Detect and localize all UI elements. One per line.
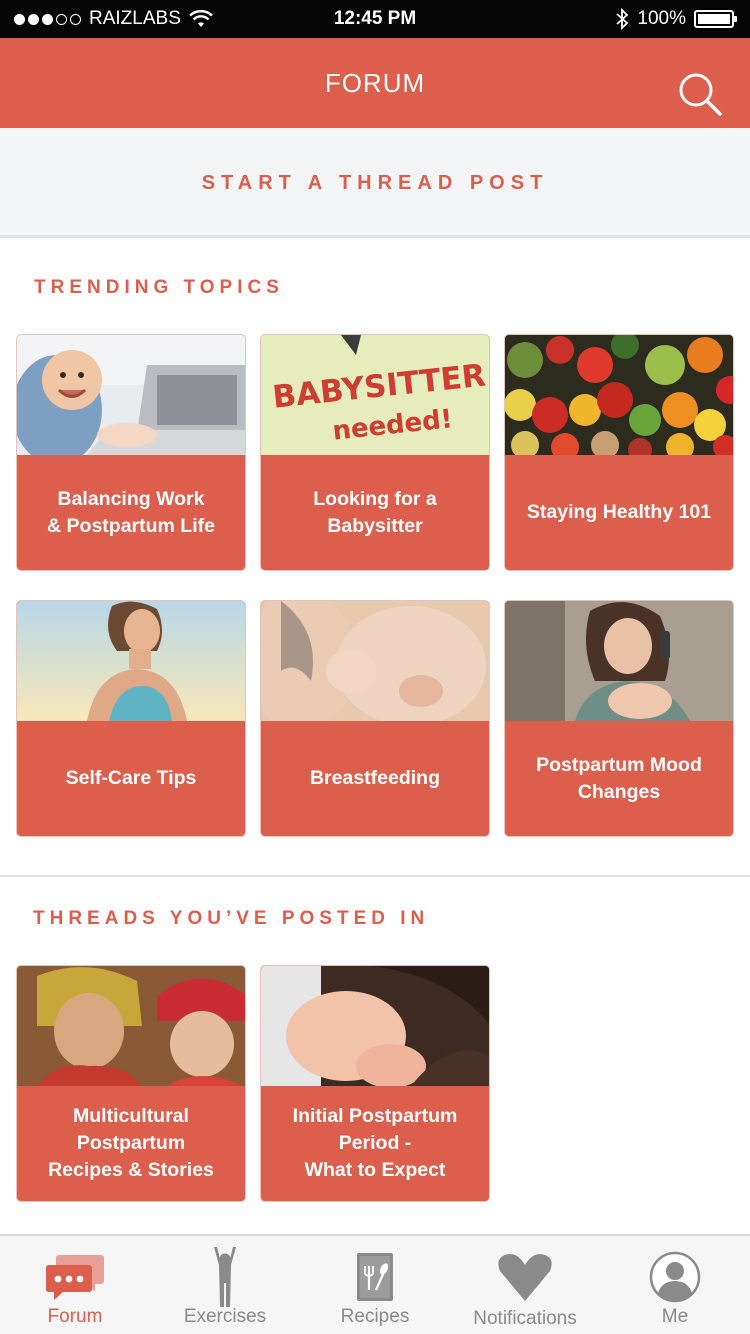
battery-percent: 100% [637, 8, 686, 29]
tab-bar: Forum Exercises Recipes Notifications Me [0, 1234, 750, 1334]
topic-card-label: Staying Healthy 101 [526, 501, 712, 523]
topic-card-mood-changes[interactable]: Postpartum Mood Changes [504, 600, 734, 837]
topic-card-label: Looking for a Babysitter [313, 487, 437, 537]
trending-topics-heading: TRENDING TOPICS [34, 277, 284, 298]
person-stretching-icon [214, 1247, 236, 1307]
nav-bar: FORUM [0, 38, 750, 128]
thread-card-multicultural[interactable]: Multicultural Postpartum Recipes & Stori… [16, 965, 246, 1202]
tab-forum[interactable]: Forum [0, 1236, 150, 1334]
mother-and-child-in-hats-image [17, 966, 245, 1086]
nursing-infant-image [261, 601, 489, 721]
topic-card-label: Self-Care Tips [65, 767, 197, 789]
fruits-and-vegetables-image [505, 335, 733, 455]
topic-card-breastfeeding[interactable]: Breastfeeding [260, 600, 490, 837]
battery-icon [694, 10, 737, 28]
page-title: FORUM [324, 68, 426, 98]
tab-me[interactable]: Me [600, 1236, 750, 1334]
start-thread-label: START A THREAD POST [201, 172, 549, 194]
thread-card-initial-postpartum[interactable]: Initial Postpartum Period - What to Expe… [260, 965, 490, 1202]
thread-card-label: Initial Postpartum Period - What to Expe… [292, 1105, 458, 1181]
tab-label: Exercises [183, 1306, 267, 1327]
tab-exercises[interactable]: Exercises [150, 1236, 300, 1334]
mother-on-phone-with-newborn-image [505, 601, 733, 721]
chat-bubbles-icon [46, 1255, 104, 1300]
profile-icon [649, 1251, 701, 1303]
topic-card-label: Breastfeeding [309, 767, 441, 789]
topic-card-label: Balancing Work & Postpartum Life [47, 487, 215, 537]
topic-card-balancing-work[interactable]: Balancing Work & Postpartum Life [16, 334, 246, 571]
tab-label: Me [661, 1306, 689, 1327]
bluetooth-icon [616, 8, 629, 30]
topic-card-self-care[interactable]: Self-Care Tips [16, 600, 246, 837]
status-bar: RAIZLABS 12:45 PM 100% [0, 0, 750, 38]
tab-label: Recipes [340, 1306, 410, 1327]
baby-with-laptop-image [17, 335, 245, 455]
topic-card-label: Postpartum Mood Changes [536, 753, 702, 803]
tab-recipes[interactable]: Recipes [300, 1236, 450, 1334]
thread-card-label: Multicultural Postpartum Recipes & Stori… [48, 1105, 214, 1181]
tab-label: Notifications [473, 1308, 577, 1329]
topic-card-babysitter[interactable]: BABYSITTER needed! Looking for a Babysit… [260, 334, 490, 571]
section-divider [0, 875, 750, 877]
woman-in-sunlight-image [17, 601, 245, 721]
threads-heading: THREADS YOU’VE POSTED IN [33, 908, 430, 929]
tab-label: Forum [47, 1306, 103, 1327]
parent-holding-newborn-image [261, 966, 489, 1086]
heart-icon [498, 1254, 552, 1301]
topic-card-staying-healthy[interactable]: Staying Healthy 101 [504, 334, 734, 571]
babysitter-note-image: BABYSITTER needed! [261, 335, 489, 455]
recipe-book-icon [357, 1253, 393, 1301]
tab-notifications[interactable]: Notifications [450, 1236, 600, 1334]
search-icon[interactable] [678, 72, 722, 116]
start-thread-button[interactable]: START A THREAD POST [0, 128, 750, 238]
